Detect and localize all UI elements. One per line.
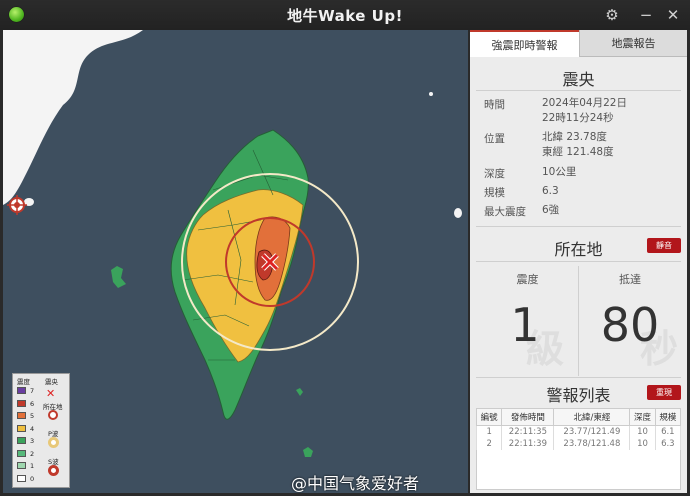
max-intensity-value: 6強: [542, 204, 560, 216]
legend-swatch: [17, 387, 26, 394]
legend-swatch: [17, 462, 26, 469]
column-header: 發佈時間: [501, 408, 555, 426]
epicenter-heading: 震央: [562, 70, 595, 89]
table-cell: 1: [475, 425, 503, 438]
legend-s-wave-icon: [48, 465, 59, 476]
islet: [429, 92, 433, 96]
divider: [476, 90, 681, 91]
legend-swatch: [17, 412, 26, 419]
table-row[interactable]: 2 22:11:39 23.78/121.48 10 6.3: [475, 438, 682, 450]
legend-level-label: 6: [30, 399, 35, 408]
watermark: @中国气象爱好者: [291, 474, 420, 493]
close-button[interactable]: ✕: [663, 5, 683, 25]
column-header: 深度: [629, 408, 656, 426]
magnitude-value: 6.3: [542, 185, 559, 197]
penghu-islands: [111, 266, 126, 288]
intensity-value: 1: [510, 298, 540, 352]
legend-level-label: 4: [30, 424, 35, 433]
table-cell: 6.1: [654, 425, 682, 438]
intensity-label: 震度: [516, 273, 539, 286]
divider: [476, 377, 681, 378]
legend-swatch: [17, 424, 26, 432]
legend-level-label: 1: [30, 462, 35, 470]
legend-title: 震度: [17, 378, 30, 386]
app-window: 地牛Wake Up! ⚙ − ✕ 震度 震央 7 6 5 4 3 2 1 0 ✕…: [0, 0, 690, 496]
intensity-map[interactable]: 震度 震央 76543210 ✕ 所在地 P波 S波 @中国气象爱好者: [3, 30, 468, 493]
divider: [476, 261, 681, 262]
legend-level-label: 3: [30, 437, 35, 445]
longitude-value: 東經 121.48度: [542, 146, 614, 158]
table-cell: 2: [475, 438, 503, 450]
window-title: 地牛Wake Up!: [287, 7, 403, 25]
table-cell: 22:11:35: [501, 425, 555, 438]
legend-level-label: 0: [30, 474, 35, 483]
legend-epicenter-icon: ✕: [46, 387, 56, 400]
legend-swatch: [17, 449, 26, 457]
legend-swatch: [17, 399, 26, 407]
column-header: 北緯/東經: [553, 408, 631, 426]
legend-level-label: 7: [30, 387, 35, 395]
legend-p-wave-icon: [48, 437, 59, 448]
divider: [476, 226, 681, 227]
info-panel: 強震即時警報 地震報告 震央 時間 2024年04月22日 22時11分24秒 …: [470, 30, 687, 493]
intensity-legend: 震度 震央 76543210 ✕ 所在地 P波 S波: [12, 373, 70, 488]
legend-epicenter-label: 震央: [45, 378, 58, 386]
table-cell: 10: [629, 425, 656, 438]
legend-level-label: 2: [30, 449, 35, 458]
table-cell: 23.77/121.49: [553, 425, 631, 438]
date-value: 2024年04月22日: [542, 97, 627, 109]
time-value: 22時11分24秒: [542, 112, 614, 124]
table-cell: 10: [629, 438, 656, 450]
max-intensity-label: 最大震度: [484, 206, 526, 218]
time-label: 時間: [484, 99, 505, 111]
column-header: 規模: [654, 408, 682, 426]
depth-value: 10公里: [542, 166, 577, 178]
orchid-island: [303, 447, 313, 457]
divider: [578, 266, 579, 376]
mute-button[interactable]: 靜音: [647, 238, 681, 253]
depth-label: 深度: [484, 168, 505, 180]
column-header: 編號: [475, 408, 503, 426]
tab-bar: 強震即時警報 地震報告: [470, 30, 687, 57]
settings-gear-icon[interactable]: ⚙: [602, 5, 622, 25]
legend-swatch: [17, 474, 26, 482]
minimize-button[interactable]: −: [636, 5, 656, 25]
alert-table: 編號 發佈時間 北緯/東經 深度 規模 1 22:11:35 23.77/121…: [475, 408, 682, 450]
table-cell: 6.3: [654, 438, 682, 450]
map-svg: [3, 30, 462, 457]
arrival-label: 抵達: [619, 273, 641, 286]
legend-level-label: 5: [30, 412, 35, 420]
green-island: [296, 388, 303, 396]
yonaguni-island: [454, 208, 462, 218]
table-cell: 22:11:39: [501, 438, 555, 450]
latitude-value: 北緯 23.78度: [542, 131, 607, 143]
replay-button[interactable]: 重現: [647, 385, 681, 400]
legend-swatch: [17, 437, 26, 444]
table-cell: 23.78/121.48: [553, 438, 631, 450]
arrival-seconds-value: 80: [600, 298, 660, 352]
legend-location-icon: [48, 410, 58, 420]
location-label: 位置: [484, 133, 505, 145]
mainland-coast: [3, 30, 143, 205]
table-row[interactable]: 1 22:11:35 23.77/121.49 10 6.1: [475, 425, 682, 438]
title-bar: 地牛Wake Up! ⚙ − ✕: [0, 0, 690, 30]
tab-realtime-alert[interactable]: 強震即時警報: [470, 30, 579, 57]
magnitude-label: 規模: [484, 187, 505, 199]
tab-earthquake-report[interactable]: 地震報告: [579, 30, 687, 57]
